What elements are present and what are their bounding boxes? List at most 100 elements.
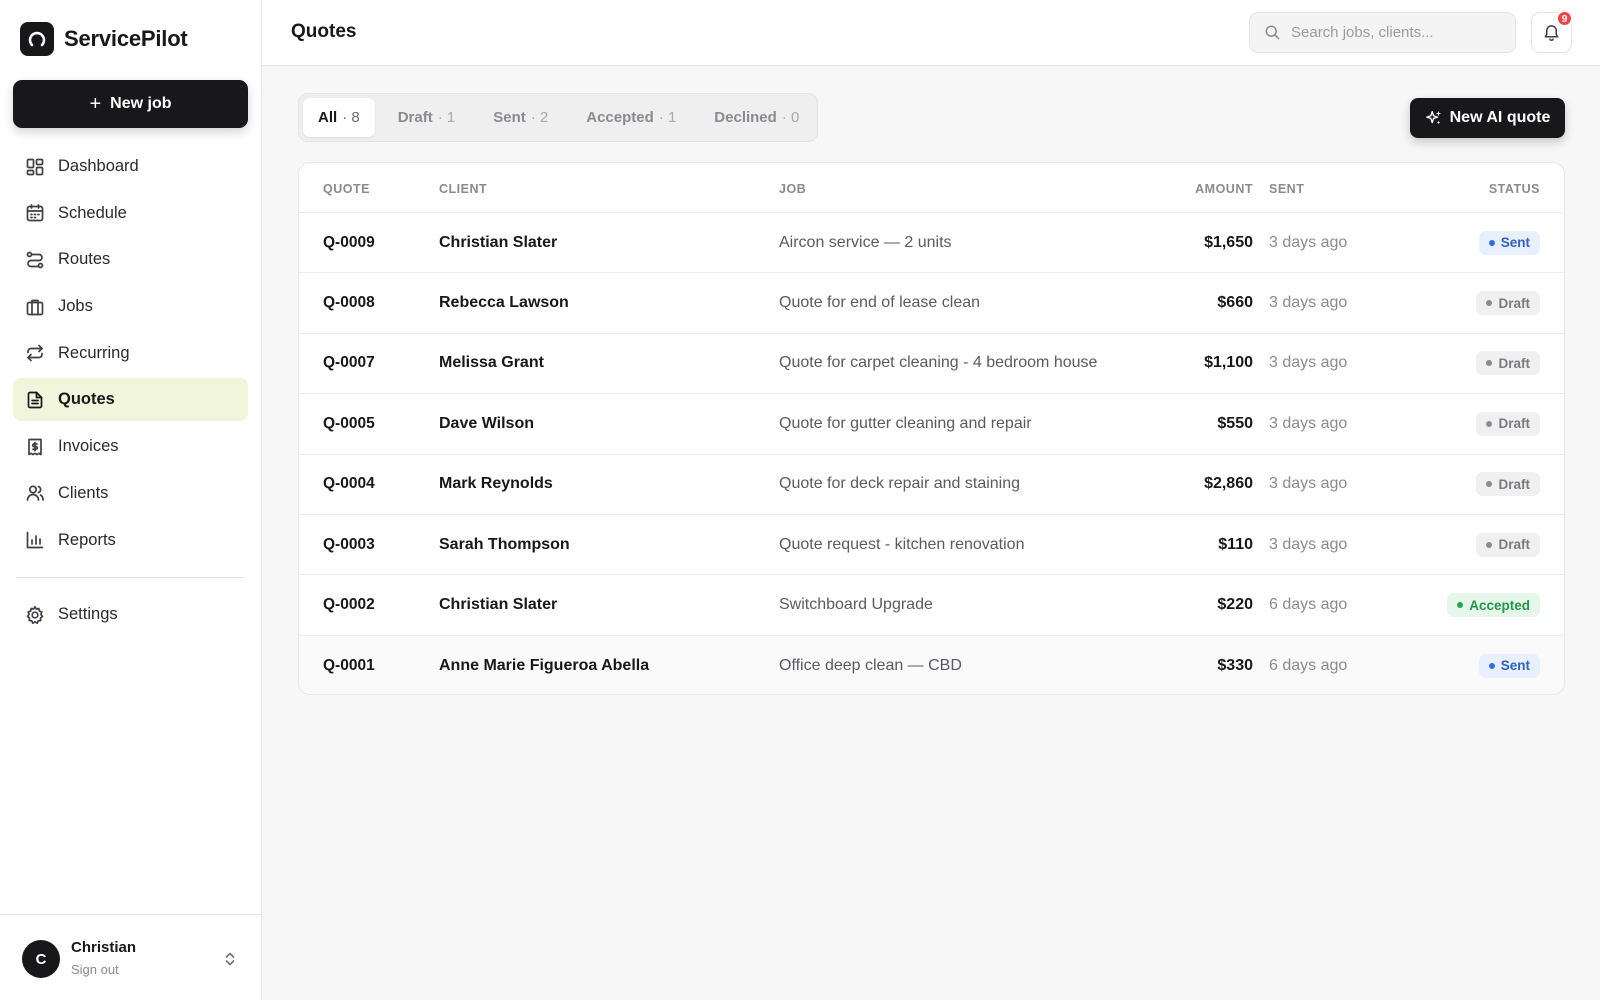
new-job-label: New job [110,95,172,112]
tab-draft[interactable]: Draft · 1 [383,98,471,137]
sidebar-item-label: Clients [58,483,109,502]
tab-count: · 8 [342,109,360,126]
tab-count: · 0 [781,109,800,126]
quote-amount: $2,860 [1204,475,1253,493]
status-dot [1486,420,1493,427]
quote-number[interactable]: Q-0002 [323,596,375,614]
plus-icon: + [89,93,102,115]
table-header: QUOTE CLIENT JOB AMOUNT SENT STATUS [299,163,1564,213]
sidebar-item-label: Schedule [58,203,127,222]
job-description: Quote for end of lease clean [779,294,981,312]
sent-time: 6 days ago [1269,596,1348,614]
chevron-up-down-icon[interactable] [222,949,238,969]
search-input[interactable] [1291,24,1501,41]
sidebar-item-quotes[interactable]: Quotes [13,378,248,422]
sidebar-item-schedule[interactable]: Schedule [13,192,248,235]
table-row[interactable]: Q-0007 Melissa Grant Quote for carpet clea… [299,334,1564,395]
quote-number[interactable]: Q-0005 [323,415,375,433]
tab-accepted[interactable]: Accepted · 1 [571,98,691,137]
bell-icon [1544,25,1559,42]
search-box[interactable] [1249,12,1516,53]
job-description: Quote for gutter cleaning and repair [779,414,1032,432]
calendar-icon [26,204,44,222]
sidebar-item-clients[interactable]: Clients [13,472,248,515]
quote-number[interactable]: Q-0003 [323,536,375,554]
bar-chart-icon [26,531,44,549]
column-header-job[interactable]: JOB [779,182,806,196]
status-dot [1488,239,1495,246]
brand[interactable]: ServicePilot [20,22,188,56]
table-row[interactable]: Q-0004 Mark Reynolds Quote for deck repair… [299,455,1564,515]
status-label: Sent [1500,658,1530,674]
status-label: Draft [1498,416,1530,432]
table-row[interactable]: Q-0002 Christian Slater Switchboard Upgrad… [299,575,1564,636]
tab-declined[interactable]: Declined · 0 [699,98,814,137]
status-badge: Draft [1476,351,1540,376]
quote-number[interactable]: Q-0008 [323,294,375,312]
quote-amount: $660 [1217,294,1253,312]
column-header-quote[interactable]: QUOTE [323,182,370,196]
users-icon [26,485,44,502]
table-row[interactable]: Q-0005 Dave Wilson Quote for gutter cleani… [299,394,1564,455]
client-name: Melissa Grant [439,354,544,372]
sidebar-item-label: Reports [58,530,116,549]
quote-number[interactable]: Q-0004 [323,475,375,493]
client-name: Dave Wilson [439,414,534,432]
job-description: Quote for deck repair and staining [779,475,1021,493]
quote-number[interactable]: Q-0001 [323,657,375,675]
status-badge: Sent [1478,653,1540,678]
sidebar-item-label: Routes [58,250,111,269]
tab-count: · 1 [658,109,677,126]
sent-time: 3 days ago [1269,233,1348,251]
quote-number[interactable]: Q-0007 [323,354,375,372]
sparkles-icon [1425,110,1441,125]
sidebar-item-label: Settings [58,605,118,623]
sent-time: 3 days ago [1269,294,1348,312]
quote-amount: $1,650 [1204,233,1253,251]
sent-time: 3 days ago [1269,475,1348,493]
new-ai-quote-button[interactable]: New AI quote [1410,98,1565,138]
quote-number[interactable]: Q-0009 [323,234,375,252]
table-row[interactable]: Q-0009 Christian Slater Aircon service — 2… [299,213,1564,274]
sidebar-item-label: Quotes [58,390,115,409]
job-description: Aircon service — 2 units [779,233,952,251]
brand-name: ServicePilot [64,26,188,51]
sidebar-item-reports[interactable]: Reports [13,519,248,562]
logo-icon [20,22,54,56]
status-label: Sent [1500,235,1530,251]
sidebar-item-routes[interactable]: Routes [13,238,248,281]
sidebar-item-dashboard[interactable]: Dashboard [13,145,248,188]
table-row[interactable]: Q-0001 Anne Marie Figueroa Abella Office d… [299,635,1564,694]
column-header-amount[interactable]: AMOUNT [1195,182,1253,196]
tab-label: Accepted [586,109,654,126]
status-dot [1457,602,1464,609]
column-header-sent[interactable]: SENT [1269,182,1304,196]
sidebar-item-recurring[interactable]: Recurring [13,332,248,375]
sidebar-item-jobs[interactable]: Jobs [13,285,248,328]
column-header-status[interactable]: STATUS [1489,182,1540,196]
status-label: Draft [1498,355,1530,371]
tab-sent[interactable]: Sent · 2 [478,98,563,137]
job-description: Quote for carpet cleaning - 4 bedroom ho… [779,354,1098,372]
quote-amount: $330 [1217,656,1253,674]
tab-label: Sent [493,109,526,126]
quote-amount: $110 [1218,535,1253,553]
table-row[interactable]: Q-0003 Sarah Thompson Quote request - kitc… [299,515,1564,576]
repeat-icon [27,344,43,362]
sign-out-link[interactable]: Sign out [71,962,119,977]
route-icon [26,251,44,269]
tab-all[interactable]: All · 8 [303,98,375,137]
new-job-button[interactable]: + New job [13,80,248,128]
table-row[interactable]: Q-0008 Rebecca Lawson Quote for end of lea… [299,273,1564,334]
column-header-client[interactable]: CLIENT [439,182,487,196]
sidebar-item-invoices[interactable]: Invoices [13,425,248,468]
sidebar-item-settings[interactable]: Settings [13,593,248,636]
status-label: Accepted [1469,597,1530,613]
new-ai-quote-label: New AI quote [1449,109,1551,126]
user-menu[interactable]: C Christian Sign out [0,914,262,1000]
status-badge: Draft [1476,411,1540,436]
sent-time: 6 days ago [1269,656,1348,674]
tab-label: All [318,109,338,126]
sidebar-item-label: Jobs [58,297,93,316]
table-body: Q-0009 Christian Slater Aircon service — 2… [299,213,1564,694]
